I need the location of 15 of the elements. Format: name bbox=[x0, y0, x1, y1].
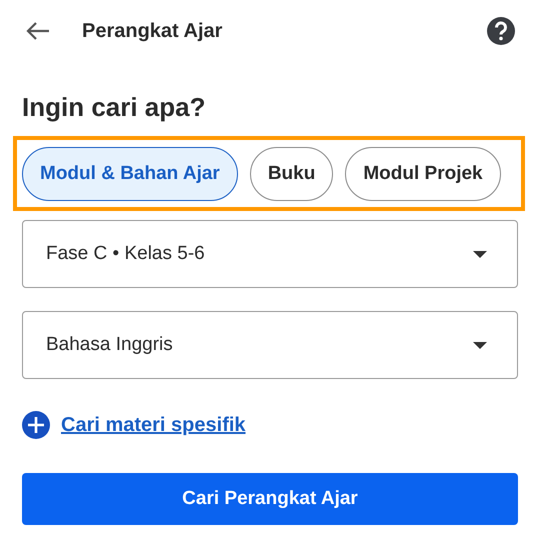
plus-icon[interactable] bbox=[22, 411, 50, 439]
filter-chip[interactable]: Modul & Bahan Ajar bbox=[22, 146, 238, 200]
filter-chip[interactable]: Modul Projek bbox=[345, 146, 501, 200]
dropdown-field[interactable]: Bahasa Inggris bbox=[22, 311, 518, 379]
help-button[interactable] bbox=[486, 16, 516, 46]
back-arrow-icon bbox=[26, 21, 50, 41]
search-button[interactable]: Cari Perangkat Ajar bbox=[22, 473, 518, 525]
section-heading: Ingin cari apa? bbox=[22, 92, 206, 123]
dropdown-caret-icon bbox=[473, 342, 487, 348]
dropdown-field[interactable]: Fase C • Kelas 5-6 bbox=[22, 220, 518, 288]
dropdown-caret-icon bbox=[473, 250, 487, 258]
filter-chip[interactable]: Buku bbox=[250, 146, 334, 200]
page-title: Perangkat Ajar bbox=[82, 20, 224, 42]
help-icon bbox=[486, 16, 516, 46]
specific-search-link[interactable]: Cari materi spesifik bbox=[61, 414, 246, 436]
